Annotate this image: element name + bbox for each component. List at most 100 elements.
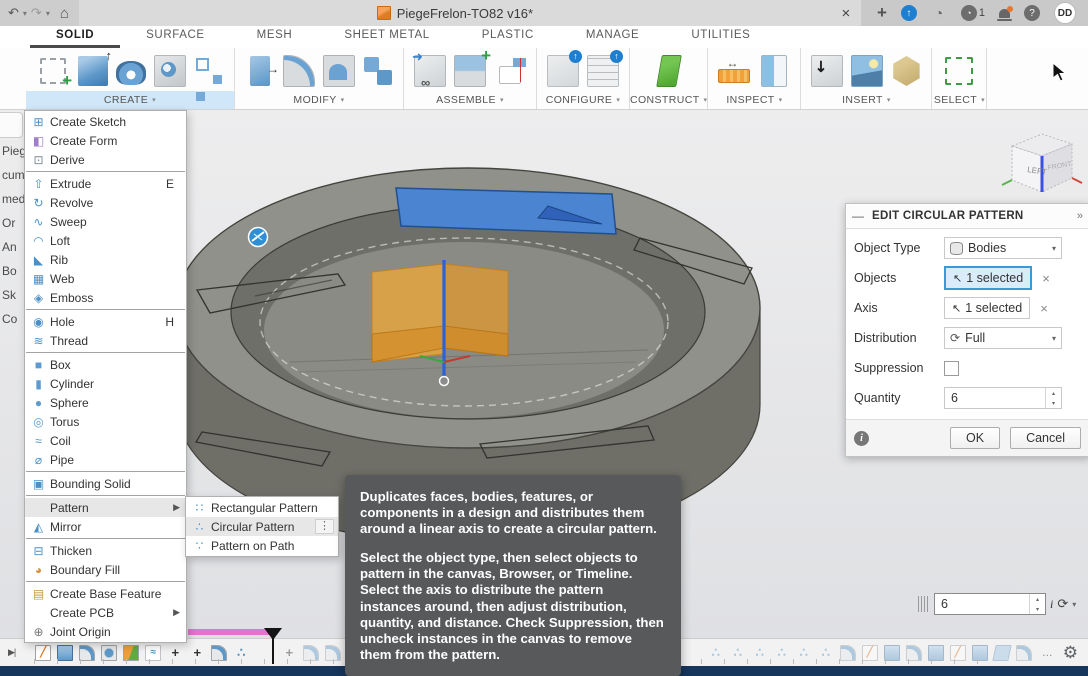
full-distribution-icon[interactable]: ⟳ (1057, 596, 1068, 612)
help-icon[interactable]: ? (1024, 5, 1040, 21)
joint-icon[interactable] (454, 55, 486, 87)
menu-item-create-pcb[interactable]: Create PCB▶ (25, 603, 186, 622)
menu-item-loft[interactable]: ◠Loft (25, 231, 186, 250)
spinner-down-icon[interactable]: ▾ (1030, 604, 1045, 614)
configuration-icon[interactable] (547, 55, 579, 87)
canvas-image-icon[interactable] (851, 55, 883, 87)
collapse-icon[interactable]: — (852, 209, 864, 223)
menu-item-thread[interactable]: ≋Thread (25, 331, 186, 350)
object-type-dropdown[interactable]: Bodies ▾ (944, 237, 1062, 259)
spinner-down-icon[interactable]: ▾ (1046, 398, 1061, 408)
menu-item-rectangular-pattern[interactable]: ∷Rectangular Pattern (186, 498, 338, 517)
rigid-group-icon[interactable] (499, 66, 521, 84)
tab-utilities[interactable]: UTILITIES (665, 26, 776, 48)
redo-icon[interactable]: ↷ (31, 5, 42, 21)
menu-item-rib[interactable]: ◣Rib (25, 250, 186, 269)
extrude-icon[interactable] (78, 56, 108, 86)
create-sketch-icon[interactable] (40, 58, 66, 84)
menu-item-joint-origin[interactable]: ⊕Joint Origin (25, 622, 186, 641)
tab-sheet-metal[interactable]: SHEET METAL (318, 26, 455, 48)
menu-item-emboss[interactable]: ◈Emboss (25, 288, 186, 307)
press-pull-icon[interactable] (250, 56, 270, 86)
browser-item-or[interactable]: Or (0, 216, 24, 240)
menu-item-options-icon[interactable]: ⋮ (315, 519, 334, 534)
toolbar-group-label-select[interactable]: SELECT▾ (932, 91, 986, 109)
menu-item-create-form[interactable]: ◧Create Form (25, 131, 186, 150)
dialog-header[interactable]: — EDIT CIRCULAR PATTERN » (846, 204, 1088, 229)
sweep-feature-icon[interactable] (992, 645, 1011, 661)
tab-solid[interactable]: SOLID (30, 26, 120, 48)
tab-manage[interactable]: MANAGE (560, 26, 665, 48)
axis-selection-button[interactable]: ↖ 1 selected (944, 297, 1030, 319)
tab-surface[interactable]: SURFACE (120, 26, 231, 48)
menu-item-torus[interactable]: ◎Torus (25, 412, 186, 431)
job-status-icon[interactable]: ◔ (931, 5, 947, 21)
quantity-field-value[interactable]: 6 (945, 391, 1045, 405)
toolbar-group-label-insert[interactable]: INSERT▾ (801, 91, 931, 109)
menu-item-derive[interactable]: ⊡Derive (25, 150, 186, 169)
quantity-spinner[interactable]: ▴ ▾ (1029, 594, 1045, 614)
menu-item-circular-pattern[interactable]: ∴Circular Pattern⋮ (186, 517, 338, 536)
new-component-icon[interactable] (414, 55, 446, 87)
menu-item-thicken[interactable]: ⊟Thicken (25, 541, 186, 560)
menu-item-web[interactable]: ▦Web (25, 269, 186, 288)
quantity-input[interactable]: 6 ▴ ▾ (934, 593, 1046, 615)
axis-selection-badge[interactable] (249, 228, 268, 247)
measure-icon[interactable] (718, 69, 750, 83)
browser-item-co[interactable]: Co (0, 312, 24, 336)
browser-item-an[interactable]: An (0, 240, 24, 264)
user-avatar[interactable]: DD (1054, 2, 1076, 24)
toolbar-group-label-modify[interactable]: MODIFY▾ (235, 91, 403, 109)
menu-item-hole[interactable]: ◉HoleH (25, 312, 186, 331)
distribution-dropdown[interactable]: ⟳ Full ▾ (944, 327, 1062, 349)
quantity-value[interactable]: 6 (935, 594, 1029, 614)
undo-icon[interactable]: ↶ (8, 5, 19, 21)
objects-clear-icon[interactable]: × (1042, 271, 1050, 286)
menu-item-sweep[interactable]: ∿Sweep (25, 212, 186, 231)
menu-item-create-sketch[interactable]: ⊞Create Sketch (25, 112, 186, 131)
menu-item-pipe[interactable]: ⌀Pipe (25, 450, 186, 469)
notifications-bell-icon[interactable] (999, 9, 1010, 18)
menu-item-boundary-fill[interactable]: ◕Boundary Fill (25, 560, 186, 579)
menu-item-create-base-feature[interactable]: ▤Create Base Feature (25, 584, 186, 603)
viewcube[interactable]: LEFT FRONT (998, 122, 1084, 208)
undo-dropdown-icon[interactable]: ▾ (23, 9, 27, 18)
expand-panel-icon[interactable]: » (1077, 210, 1083, 222)
revolve-icon[interactable] (116, 61, 146, 85)
fillet-feature-icon[interactable] (1016, 645, 1032, 661)
menu-item-box[interactable]: ■Box (25, 355, 186, 374)
home-icon[interactable]: ⌂ (60, 5, 69, 22)
fillet-icon[interactable] (283, 55, 315, 87)
quantity-field-spinner[interactable]: ▴ ▾ (1045, 388, 1061, 408)
new-document-icon[interactable]: + (877, 3, 887, 23)
suppression-checkbox[interactable] (944, 361, 959, 376)
construction-plane-icon[interactable] (656, 55, 682, 87)
insert-derive-icon[interactable] (811, 55, 843, 87)
browser-item-cum[interactable]: cum (0, 168, 24, 192)
menu-item-coil[interactable]: ≈Coil (25, 431, 186, 450)
menu-item-extrude[interactable]: ⇧ExtrudeE (25, 174, 186, 193)
distribution-dropdown-icon[interactable]: ▾ (1072, 600, 1076, 609)
menu-item-revolve[interactable]: ↻Revolve (25, 193, 186, 212)
spinner-up-icon[interactable]: ▴ (1046, 388, 1061, 398)
tab-mesh[interactable]: MESH (231, 26, 319, 48)
info-icon[interactable]: i (854, 431, 869, 446)
insert-mesh-icon[interactable] (891, 56, 921, 86)
toolbar-group-label-configure[interactable]: CONFIGURE▾ (537, 91, 629, 109)
section-analysis-icon[interactable] (761, 55, 787, 87)
redo-dropdown-icon[interactable]: ▾ (46, 9, 50, 18)
browser-item-med[interactable]: med (0, 192, 24, 216)
spinner-up-icon[interactable]: ▴ (1030, 594, 1045, 604)
browser-item-bo[interactable]: Bo (0, 264, 24, 288)
timeline-playhead[interactable] (264, 628, 282, 665)
document-close-icon[interactable]: × (831, 5, 861, 22)
objects-selection-button[interactable]: ↖ 1 selected (944, 266, 1032, 290)
toolbar-group-label-construct[interactable]: CONSTRUCT▾ (630, 91, 707, 109)
menu-item-bounding-solid[interactable]: ▣Bounding Solid (25, 474, 186, 493)
extensions-icon[interactable]: ↑ (901, 5, 917, 21)
quantity-field[interactable]: 6 ▴ ▾ (944, 387, 1062, 409)
tab-plastic[interactable]: PLASTIC (456, 26, 560, 48)
toolbar-group-label-inspect[interactable]: INSPECT▾ (708, 91, 800, 109)
cancel-button[interactable]: Cancel (1010, 427, 1081, 449)
combine-icon[interactable] (363, 56, 393, 86)
